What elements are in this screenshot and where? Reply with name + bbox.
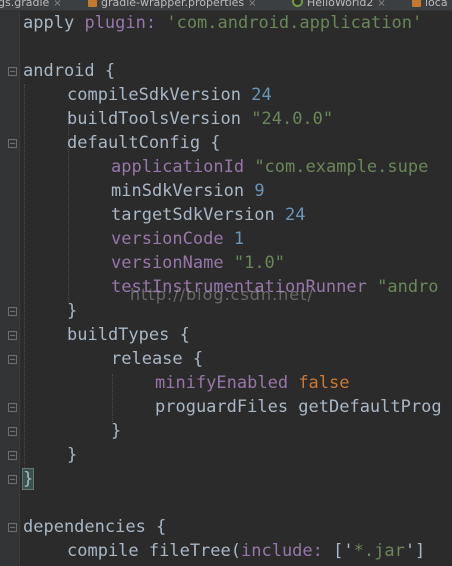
code-line-7: applicationId "com.example.supe [111, 157, 429, 177]
code-line-1: apply plugin: 'com.android.application' [23, 13, 423, 33]
code-line-15: release { [111, 349, 204, 369]
code-line-9: targetSdkVersion 24 [111, 205, 306, 225]
code-line-14: buildTypes { [67, 325, 190, 345]
code-editor[interactable]: apply plugin: 'com.android.application' … [0, 0, 452, 566]
code-line-19: } [67, 445, 78, 465]
code-line-11: versionName "1.0" [111, 253, 286, 273]
code-line-23: compile fileTree(include: ['*.jar'] [67, 541, 426, 561]
code-line-10: versionCode 1 [111, 229, 245, 249]
watermark-text: http://blog.csdn.net/ [130, 285, 314, 304]
code-line-17: proguardFiles getDefaultProg [155, 397, 442, 417]
code-line-3: android { [23, 61, 116, 81]
matched-brace: } [21, 468, 35, 490]
code-line-4: compileSdkVersion 24 [67, 85, 272, 105]
code-line-20: } [21, 467, 35, 491]
code-line-5: buildToolsVersion "24.0.0" [67, 109, 334, 129]
code-line-22: dependencies { [23, 517, 167, 537]
code-line-6: defaultConfig { [67, 133, 221, 153]
code-line-13: } [67, 301, 78, 321]
code-line-18: } [111, 421, 122, 441]
code-line-8: minSdkVersion 9 [111, 181, 265, 201]
code-line-16: minifyEnabled false [155, 373, 350, 393]
